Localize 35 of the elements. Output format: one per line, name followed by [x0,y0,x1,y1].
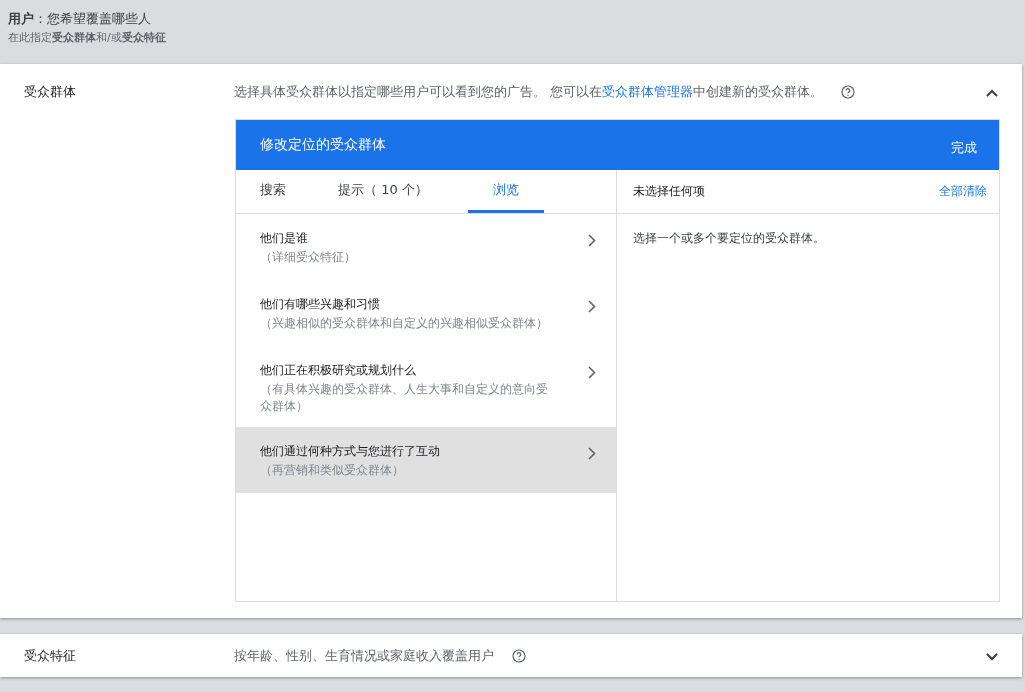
chevron-right-icon [588,300,596,313]
category-title: 他们有哪些兴趣和习惯 [260,296,381,313]
category-description: （有具体兴趣的受众群体、人生大事和自定义的意向受众群体） [260,381,549,415]
clear-all-button[interactable]: 全部清除 [939,183,987,200]
tab[interactable]: 提示（ 10 个） [326,170,440,213]
section-description: 按年龄、性别、生育情况或家庭收入覆盖用户 [234,646,494,665]
section-heading: 用户：您希望覆盖哪些人 [8,10,152,28]
section-label: 受众特征 [24,646,77,665]
chevron-right-icon [588,447,596,460]
done-button[interactable]: 完成 [951,135,977,161]
section-description: 选择具体受众群体以指定哪些用户可以看到您的广告。 您可以在受众群体管理器中创建新的受众群体。 [234,82,824,101]
section-label: 受众群体 [24,82,77,101]
category-title: 他们正在积极研究或规划什么 [260,362,417,379]
selection-status: 未选择任何项 [633,183,705,200]
category-list-item[interactable]: 他们是谁 （详细受众特征） [236,214,616,280]
category-description: （详细受众特征） [260,249,357,266]
chevron-right-icon [588,234,596,247]
category-title: 他们通过何种方式与您进行了互动 [260,443,441,460]
tab[interactable]: 浏览 [467,170,544,213]
expand-chevron-icon[interactable] [986,653,998,661]
empty-selection-message: 选择一个或多个要定位的受众群体。 [632,230,826,247]
chevron-right-icon [588,366,596,379]
audience-manager-link[interactable]: 受众群体管理器 [602,83,694,99]
help-icon[interactable] [512,648,526,663]
category-list-item[interactable]: 他们正在积极研究或规划什么 （有具体兴趣的受众群体、人生大事和自定义的意向受众群体） [236,346,616,427]
editor-title: 修改定位的受众群体 [260,136,386,154]
category-description: （兴趣相似的受众群体和自定义的兴趣相似受众群体） [260,315,549,332]
section-subheading: 在此指定受众群体和/或受众特征 [8,30,167,45]
tab[interactable]: 搜索 [248,170,298,213]
category-list-item[interactable]: 他们通过何种方式与您进行了互动 （再营销和类似受众群体） [236,427,616,493]
category-title: 他们是谁 [260,230,309,247]
help-icon[interactable] [841,84,856,99]
category-list-item[interactable]: 他们有哪些兴趣和习惯 （兴趣相似的受众群体和自定义的兴趣相似受众群体） [236,280,616,346]
collapse-chevron-icon[interactable] [986,89,998,97]
category-description: （再营销和类似受众群体） [260,462,405,479]
